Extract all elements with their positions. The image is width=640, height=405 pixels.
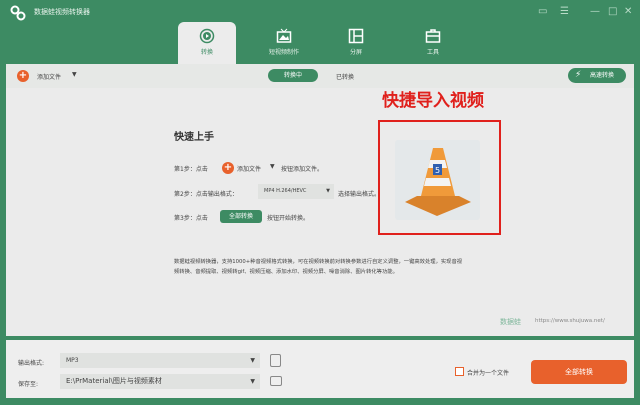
chevron-down-icon: ▼ — [250, 357, 255, 364]
toolbox-icon — [425, 29, 441, 43]
watermark-url: https://www.shujuwa.net/ — [535, 318, 605, 324]
maximize-icon[interactable]: □ — [608, 6, 617, 17]
step3-text: 第3步：点击 — [174, 215, 208, 222]
tab-converted[interactable]: 已转换 — [336, 72, 354, 81]
convert-all-button[interactable]: 全部转换 — [531, 360, 627, 384]
step3-convert-all-button[interactable]: 全部转换 — [220, 210, 262, 223]
tv-icon — [276, 28, 292, 43]
add-file-button[interactable]: 添加文件 — [37, 72, 61, 81]
menu-icon[interactable]: ☰ — [560, 6, 569, 17]
minimize-icon[interactable]: — — [590, 6, 600, 17]
step3-suffix: 按钮开始转换。 — [267, 215, 310, 222]
tab-converting[interactable]: 转换中 — [268, 69, 318, 82]
annotation-text: 快捷导入视频 — [382, 91, 484, 111]
step1-dropdown-icon[interactable]: ▼ — [270, 163, 275, 170]
add-file-icon[interactable]: + — [17, 70, 29, 82]
step1-add-icon[interactable]: + — [222, 162, 234, 174]
open-folder-icon[interactable] — [270, 376, 282, 386]
step1-text: 第1步：点击 — [174, 166, 208, 173]
step2-format-value: MP4 H.264/HEVC — [264, 188, 307, 194]
save-path-select[interactable]: E:\PrMaterial\图片与视频素材 ▼ — [60, 374, 260, 389]
tab-split-screen[interactable]: 分屏 — [327, 22, 385, 66]
step2-text: 第2步：点击输出格式： — [174, 191, 238, 198]
output-format-value: MP3 — [66, 357, 79, 364]
vlc-cone-image: 5 — [395, 140, 480, 220]
tab-label: 短视频制作 — [268, 49, 299, 56]
merge-checkbox[interactable] — [455, 367, 464, 376]
tab-label: 转换 — [200, 49, 213, 56]
format-settings-icon[interactable] — [270, 354, 281, 367]
merge-label: 合并为一个文件 — [467, 370, 510, 377]
chevron-down-icon: ▼ — [326, 188, 330, 194]
description: 数据蛙视频转换器，支持1000+种音视频格式转换，可在视频转换前对转换参数进行自… — [174, 259, 463, 275]
add-file-dropdown-icon[interactable]: ▼ — [72, 71, 77, 78]
output-format-select[interactable]: MP3 ▼ — [60, 353, 260, 368]
tab-convert[interactable]: 转换 — [178, 22, 236, 66]
save-to-label: 保存至: — [18, 381, 39, 388]
output-format-label: 输出格式: — [18, 360, 45, 367]
tab-label: 工具 — [426, 49, 439, 56]
tab-short-video[interactable]: 短视频制作 — [255, 22, 313, 66]
save-path-value: E:\PrMaterial\图片与视频素材 — [66, 377, 162, 385]
tab-label: 分屏 — [349, 49, 362, 56]
feedback-icon[interactable]: ▭ — [538, 6, 547, 17]
main-area — [6, 64, 634, 336]
toolbar — [6, 64, 634, 88]
app-title: 数据蛙视频转换器 — [34, 8, 90, 16]
convert-icon — [199, 28, 215, 44]
step1-suffix: 按钮添加文件。 — [281, 166, 324, 173]
guide-title: 快速上手 — [174, 132, 214, 143]
step1-add-button[interactable]: 添加文件 — [237, 164, 261, 173]
lightning-icon: ⚡ — [575, 70, 582, 80]
watermark-brand: 数据蛙 — [500, 318, 521, 326]
tab-tools[interactable]: 工具 — [404, 22, 462, 66]
chevron-down-icon: ▼ — [250, 378, 255, 385]
svg-text:5: 5 — [435, 166, 440, 175]
close-icon[interactable]: ✕ — [624, 6, 632, 17]
step2-format-select[interactable]: MP4 H.264/HEVC ▼ — [258, 184, 334, 199]
fast-convert-button[interactable]: ⚡ 高速转换 — [568, 68, 626, 83]
step2-suffix: 选择输出格式。 — [338, 191, 381, 198]
fast-convert-label: 高速转换 — [589, 72, 614, 79]
split-screen-icon — [348, 28, 364, 44]
app-logo — [10, 5, 26, 21]
